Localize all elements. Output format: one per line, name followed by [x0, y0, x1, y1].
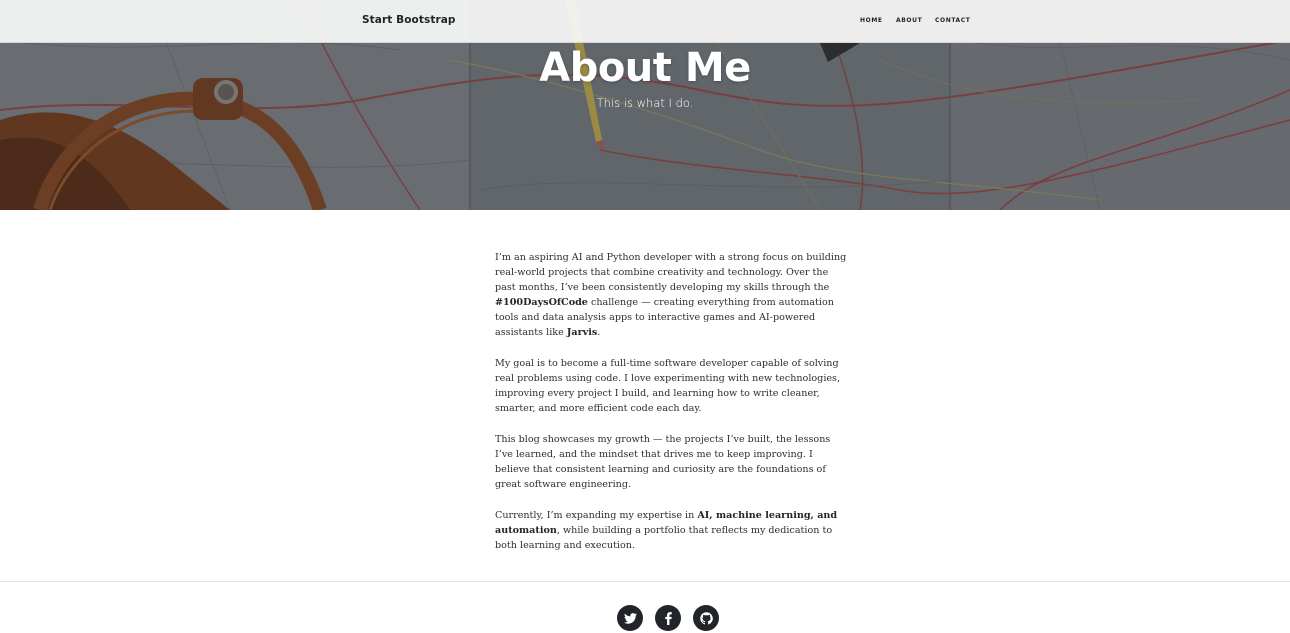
text-segment: Currently, I’m expanding my expertise in [495, 510, 698, 521]
about-paragraph-3: This blog showcases my growth — the proj… [495, 432, 847, 492]
text-segment: . [597, 327, 601, 338]
nav-link-contact[interactable]: Contact [935, 17, 971, 24]
masthead: Start Bootstrap Home About Contact About… [0, 0, 1290, 210]
facebook-icon [664, 611, 672, 625]
facebook-link[interactable] [655, 605, 681, 631]
navbar-brand-link[interactable]: Start Bootstrap [362, 14, 456, 26]
page-title: About Me [539, 45, 751, 91]
text-segment: This blog showcases my growth — the proj… [495, 434, 831, 490]
page-subtitle: This is what I do. [596, 96, 694, 110]
text-segment: My goal is to become a full-time softwar… [495, 358, 841, 414]
bold-text-jarvis: Jarvis [566, 327, 598, 338]
twitter-link[interactable] [617, 605, 643, 631]
text-segment: I’m an aspiring AI and Python developer … [495, 252, 847, 293]
top-navbar: Start Bootstrap Home About Contact [0, 0, 1290, 43]
about-paragraph-1: I’m an aspiring AI and Python developer … [495, 250, 847, 340]
bold-text-100-days-of-code: #100DaysOfCode [495, 297, 588, 308]
footer-divider [0, 581, 1290, 582]
twitter-icon [623, 612, 637, 624]
github-icon [699, 611, 713, 624]
github-link[interactable] [693, 605, 719, 631]
about-paragraph-4: Currently, I’m expanding my expertise in… [495, 508, 847, 553]
about-paragraph-2: My goal is to become a full-time softwar… [495, 356, 847, 416]
nav-link-about[interactable]: About [896, 17, 922, 24]
nav-link-home[interactable]: Home [860, 17, 883, 24]
about-content: I’m an aspiring AI and Python developer … [495, 250, 847, 569]
